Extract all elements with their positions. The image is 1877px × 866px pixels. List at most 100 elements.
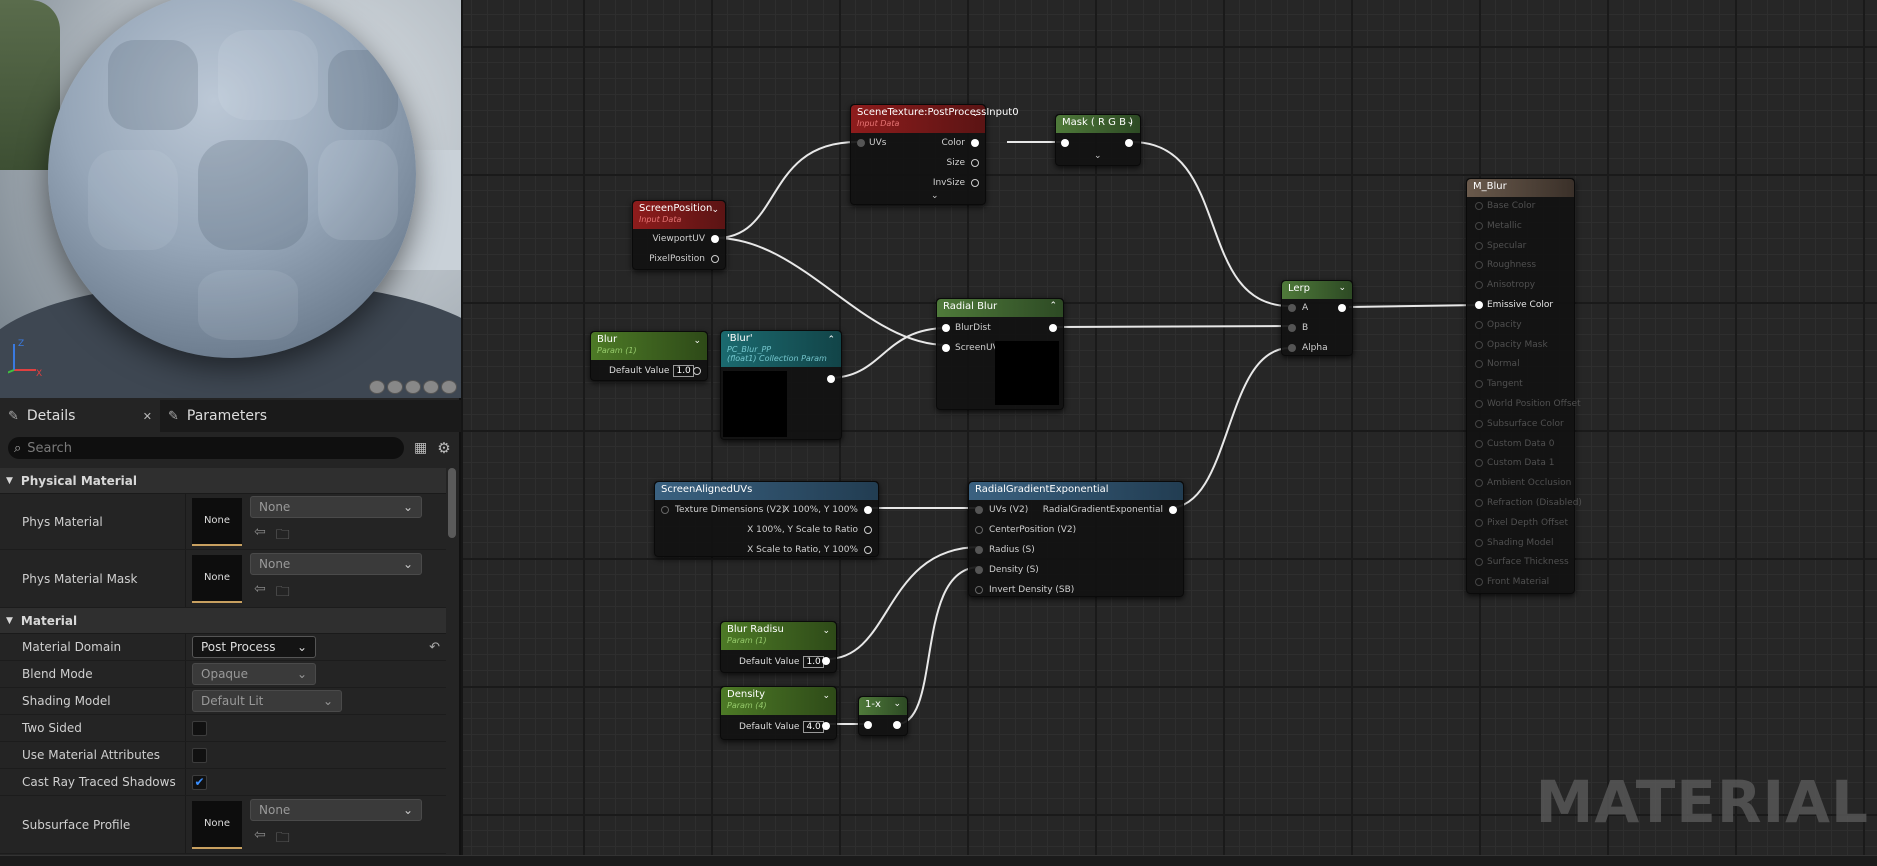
- expand-chevron-icon[interactable]: ⌄: [931, 191, 939, 201]
- use-selected-icon[interactable]: ⇦: [254, 524, 266, 548]
- pin-front-material-input[interactable]: [1475, 578, 1483, 587]
- pin-uvs-input[interactable]: [975, 506, 983, 514]
- pin-roughness-input[interactable]: [1475, 261, 1483, 270]
- table-view-icon[interactable]: ▦: [414, 440, 427, 456]
- pin-texture-dimensions-input[interactable]: [661, 506, 669, 514]
- cube-icon[interactable]: [423, 380, 439, 394]
- pin-pixelposition-output[interactable]: [711, 255, 719, 263]
- pin-ambient-occlusion-input[interactable]: [1475, 479, 1483, 488]
- pin-anisotropy-input[interactable]: [1475, 281, 1483, 290]
- pin-oneminus-input[interactable]: [864, 721, 872, 729]
- node-blur-radius-param[interactable]: Blur Radisu Param (1) ⌄ Default Value 1.…: [720, 621, 837, 673]
- use-selected-icon[interactable]: ⇦: [254, 581, 266, 605]
- asset-thumbnail[interactable]: None: [192, 554, 242, 603]
- pin-opacity-mask-input[interactable]: [1475, 340, 1483, 349]
- pin-size-output[interactable]: [971, 159, 979, 167]
- node-mask-rgb[interactable]: Mask ( R G B ) ⌄ ⌄: [1055, 114, 1141, 166]
- pin-blur-output[interactable]: [693, 367, 701, 375]
- asset-combo[interactable]: None ⌄: [250, 495, 422, 518]
- pin-blur-radius-output[interactable]: [822, 657, 830, 665]
- default-value-input[interactable]: 4.0: [803, 721, 824, 733]
- pin-radialblur-output[interactable]: [1049, 324, 1057, 332]
- browse-asset-icon[interactable]: 🗀: [276, 524, 290, 548]
- pin-centerposition-input[interactable]: [975, 526, 983, 534]
- shading-model-select[interactable]: Default Lit ⌄: [192, 690, 342, 712]
- sphere-icon[interactable]: [387, 380, 403, 394]
- node-screen-position[interactable]: ScreenPosition Input Data ⌄ ViewportUV P…: [632, 200, 726, 270]
- pin-surface-thickness-input[interactable]: [1475, 558, 1483, 567]
- node-scene-texture[interactable]: SceneTexture:PostProcessInput0 Input Dat…: [850, 104, 1019, 205]
- pin-gradient-output[interactable]: [1169, 506, 1177, 514]
- pin-specular-input[interactable]: [1475, 241, 1483, 250]
- pin-tangent-input[interactable]: [1475, 380, 1483, 389]
- pin-mask-input[interactable]: [1061, 139, 1069, 147]
- node-radial-gradient-exponential[interactable]: RadialGradientExponential UVs (V2) Cente…: [968, 481, 1184, 597]
- node-density-param[interactable]: Density Param (4) ⌄ Default Value 4.0: [720, 686, 837, 740]
- pin-viewportuv-output[interactable]: [711, 235, 719, 243]
- tab-parameters[interactable]: ✎ Parameters: [160, 400, 275, 432]
- plane-icon[interactable]: [405, 380, 421, 394]
- use-selected-icon[interactable]: ⇦: [254, 827, 266, 851]
- node-blur-param[interactable]: Blur Param (1) ⌄ Default Value 1.0: [590, 331, 708, 381]
- asset-combo[interactable]: None ⌄: [250, 552, 422, 575]
- pin-output-1[interactable]: [864, 506, 872, 514]
- asset-thumbnail[interactable]: None: [192, 497, 242, 546]
- pin-blurdist-input[interactable]: [942, 324, 950, 332]
- pin-refraction-disabled-input[interactable]: [1475, 499, 1483, 507]
- details-scrollbar[interactable]: [448, 468, 456, 538]
- pin-a-input[interactable]: [1288, 304, 1296, 312]
- material-preview-viewport[interactable]: X Z: [0, 0, 461, 398]
- default-value-input[interactable]: 1.0: [673, 365, 694, 377]
- tab-details[interactable]: ✎ Details ✕: [0, 400, 160, 432]
- node-blur-collection-param[interactable]: 'Blur' PC_Blur_PP (float1) Collection Pa…: [720, 330, 842, 440]
- search-box[interactable]: ⌕: [8, 437, 404, 459]
- expand-chevron-icon[interactable]: ⌄: [1094, 151, 1102, 161]
- pin-custom-data-1-input[interactable]: [1475, 459, 1483, 468]
- pin-emissive-color-input[interactable]: [1475, 301, 1483, 309]
- pin-screenuv-input[interactable]: [942, 344, 950, 352]
- pin-opacity-input[interactable]: [1475, 320, 1483, 329]
- asset-combo[interactable]: None ⌄: [250, 798, 422, 821]
- search-input[interactable]: [27, 440, 388, 456]
- pin-b-input[interactable]: [1288, 324, 1296, 332]
- asset-thumbnail[interactable]: None: [192, 800, 242, 849]
- pin-radius-input[interactable]: [975, 546, 983, 554]
- browse-asset-icon[interactable]: 🗀: [276, 827, 290, 851]
- category-material[interactable]: ▼ Material: [0, 608, 446, 634]
- pin-base-color-input[interactable]: [1475, 202, 1483, 210]
- pin-output-3[interactable]: [864, 546, 872, 554]
- pin-mask-output[interactable]: [1125, 139, 1133, 147]
- pin-oneminus-output[interactable]: [893, 721, 901, 729]
- material-domain-select[interactable]: Post Process ⌄: [192, 636, 316, 658]
- node-screen-aligned-uvs[interactable]: ScreenAlignedUVs Texture Dimensions (V2)…: [654, 481, 879, 557]
- pin-invsize-output[interactable]: [971, 179, 979, 187]
- pin-invert-density-input[interactable]: [975, 586, 983, 594]
- pin-density-output[interactable]: [822, 722, 830, 730]
- category-physical-material[interactable]: ▼ Physical Material: [0, 468, 446, 494]
- node-material-result[interactable]: M_Blur Base Color Metallic Specular Roughne…: [1466, 178, 1582, 594]
- node-radial-blur[interactable]: Radial Blur ⌃ BlurDist ScreenUV: [936, 298, 1064, 410]
- pin-density-input[interactable]: [975, 566, 983, 574]
- use-material-attributes-checkbox[interactable]: [192, 747, 207, 763]
- pin-custom-data-0-input[interactable]: [1475, 439, 1483, 448]
- material-graph-canvas[interactable]: SceneTexture:PostProcessInput0 Input Dat…: [463, 0, 1877, 855]
- node-one-minus[interactable]: 1-x ⌄: [858, 696, 908, 736]
- pin-alpha-input[interactable]: [1288, 344, 1296, 352]
- browse-asset-icon[interactable]: 🗀: [276, 581, 290, 605]
- pin-metallic-input[interactable]: [1475, 221, 1483, 230]
- cast-ray-traced-shadows-checkbox[interactable]: ✔: [192, 774, 207, 790]
- cylinder-icon[interactable]: [369, 380, 385, 394]
- default-value-input[interactable]: 1.0: [803, 656, 824, 668]
- pin-pixel-depth-offset-input[interactable]: [1475, 518, 1483, 527]
- pin-shading-model-input[interactable]: [1475, 538, 1483, 547]
- node-lerp[interactable]: Lerp ⌄ A B Alpha: [1281, 280, 1353, 356]
- pin-output-2[interactable]: [864, 526, 872, 534]
- pin-world-position-offset-input[interactable]: [1475, 400, 1483, 408]
- pin-lerp-output[interactable]: [1338, 304, 1346, 312]
- pin-collection-output[interactable]: [827, 375, 835, 383]
- two-sided-checkbox[interactable]: [192, 720, 207, 736]
- pin-uvs-input[interactable]: [857, 139, 865, 147]
- gear-icon[interactable]: ⚙: [437, 439, 450, 457]
- reset-to-default-icon[interactable]: ↶: [429, 640, 440, 655]
- pin-subsurface-color-input[interactable]: [1475, 419, 1483, 428]
